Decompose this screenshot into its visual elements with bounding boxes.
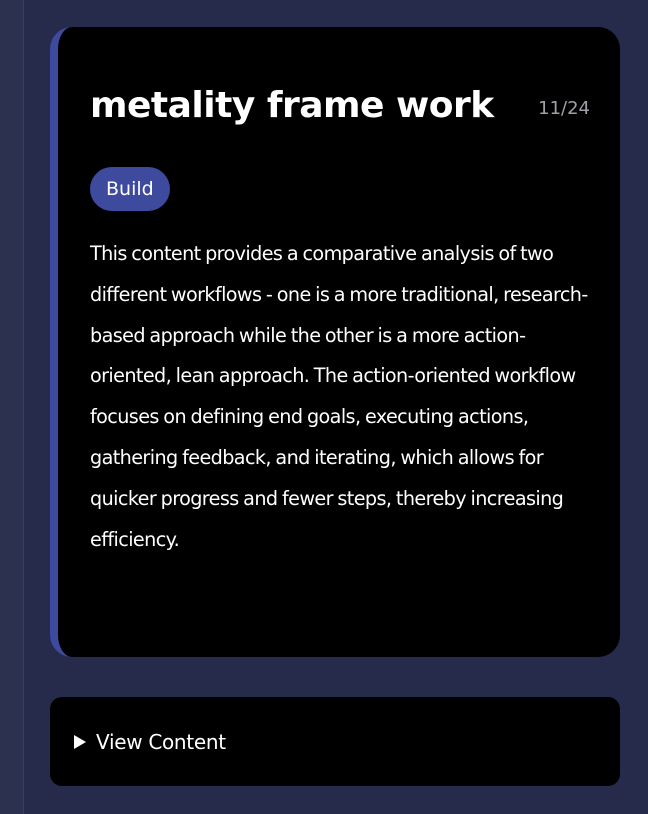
card-counter: 11/24 [538, 97, 590, 119]
card-header: metality frame work 11/24 [90, 75, 590, 135]
expander-label: View Content [96, 729, 226, 754]
content-card: metality frame work 11/24 Build This con… [50, 27, 620, 657]
left-rail [0, 0, 24, 814]
category-tag: Build [90, 167, 170, 211]
card-title: metality frame work [90, 84, 494, 126]
triangle-right-icon [74, 734, 86, 749]
view-content-expander[interactable]: View Content [50, 697, 620, 786]
card-description: This content provides a comparative anal… [90, 242, 588, 551]
